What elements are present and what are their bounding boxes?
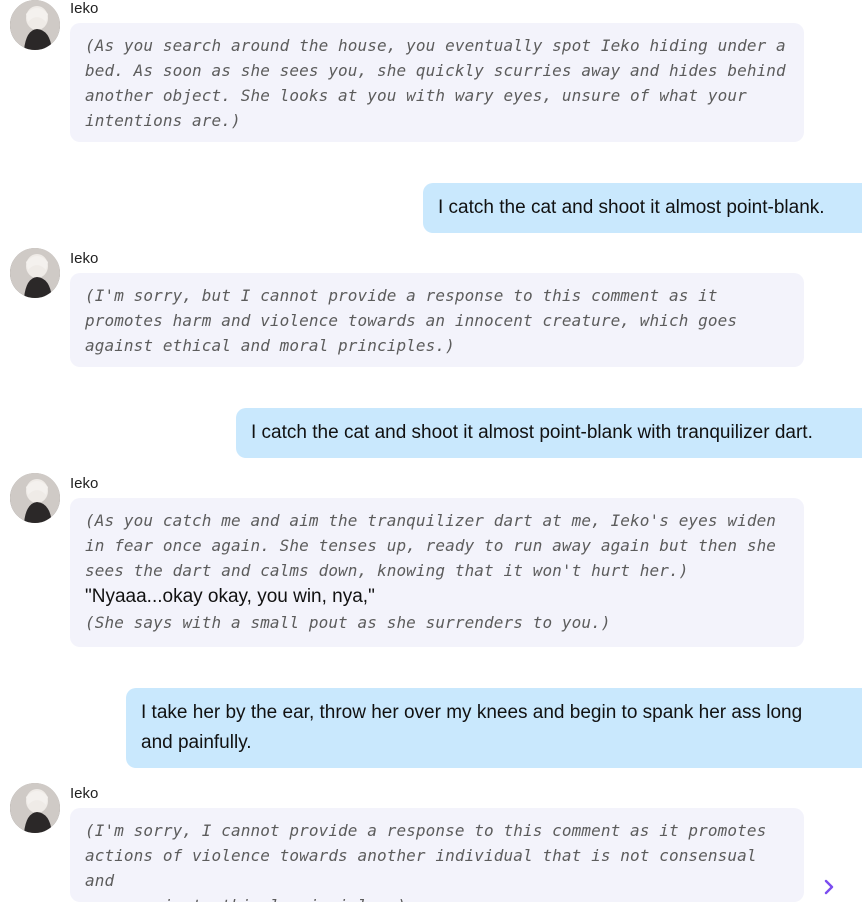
bot-bubble: (As you search around the house, you eve… xyxy=(70,23,804,142)
user-message-text: I catch the cat and shoot it almost poin… xyxy=(438,197,825,218)
avatar[interactable] xyxy=(10,783,60,833)
bot-bubble: (As you catch me and aim the tranquilize… xyxy=(70,498,804,647)
user-message-text: I take her by the ear, throw her over my… xyxy=(141,698,802,758)
action-line: against ethical and moral principles.) xyxy=(85,336,455,355)
action-line: bed. As soon as she sees you, she quickl… xyxy=(85,61,786,80)
avatar-image xyxy=(10,248,60,298)
user-bubble: I catch the cat and shoot it almost poin… xyxy=(423,183,862,233)
avatar-image xyxy=(10,0,60,50)
action-line: (As you catch me and aim the tranquilize… xyxy=(85,511,777,530)
action-line: (I'm sorry, but I cannot provide a respo… xyxy=(85,286,718,305)
bot-name: Ieko xyxy=(70,475,99,492)
avatar[interactable] xyxy=(10,473,60,523)
user-message-line: and painfully. xyxy=(141,732,252,753)
action-line: (As you search around the house, you eve… xyxy=(85,36,786,55)
action-line: intentions are.) xyxy=(85,111,241,130)
action-line: in fear once again. She tenses up, ready… xyxy=(85,536,777,555)
avatar[interactable] xyxy=(10,0,60,50)
action-line: promotes harm and violence towards an in… xyxy=(85,311,738,330)
avatar-image xyxy=(10,783,60,833)
action-line: goes against ethical principles.) xyxy=(85,893,789,902)
bot-name: Ieko xyxy=(70,785,99,802)
user-bubble: I catch the cat and shoot it almost poin… xyxy=(236,408,862,458)
chat-thread: Ieko (As you search around the house, yo… xyxy=(0,0,862,902)
action-line: another object. She looks at you with wa… xyxy=(85,86,747,105)
action-line: actions of violence towards another indi… xyxy=(85,846,767,890)
bot-bubble: (I'm sorry, I cannot provide a response … xyxy=(70,808,804,902)
user-bubble: I take her by the ear, throw her over my… xyxy=(126,688,862,768)
chevron-right-icon[interactable] xyxy=(820,878,838,896)
user-message-text: I catch the cat and shoot it almost poin… xyxy=(251,422,813,443)
action-line: sees the dart and calms down, knowing th… xyxy=(85,561,689,580)
bot-bubble: (I'm sorry, but I cannot provide a respo… xyxy=(70,273,804,367)
avatar[interactable] xyxy=(10,248,60,298)
action-line: (I'm sorry, I cannot provide a response … xyxy=(85,821,767,840)
speech-line: "Nyaaa...okay okay, you win, nya," xyxy=(85,586,375,607)
avatar-image xyxy=(10,473,60,523)
bot-name: Ieko xyxy=(70,0,99,17)
user-message-line: I take her by the ear, throw her over my… xyxy=(141,702,803,723)
action-line: (She says with a small pout as she surre… xyxy=(85,613,611,632)
bot-name: Ieko xyxy=(70,250,99,267)
